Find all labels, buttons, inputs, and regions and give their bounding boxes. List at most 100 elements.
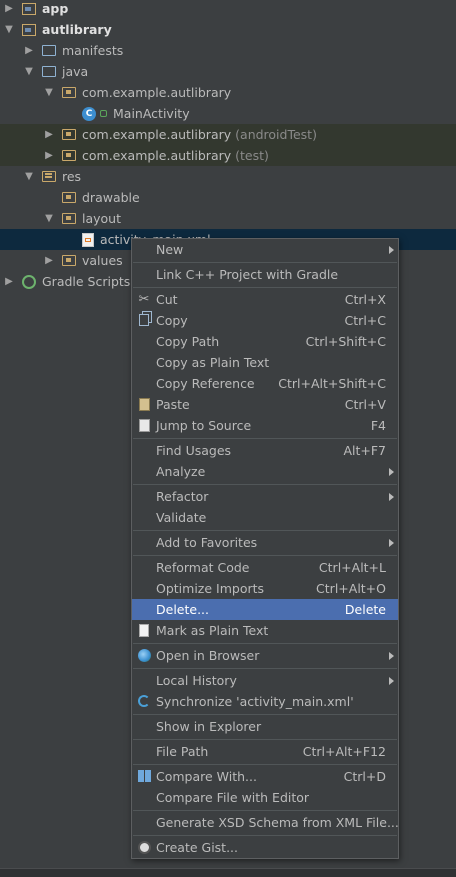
menu-item-label: Add to Favorites <box>156 535 258 550</box>
menu-item-generate-xsd-schema-from-xml-file[interactable]: Generate XSD Schema from XML File... <box>132 812 399 833</box>
menu-separator <box>133 642 397 644</box>
expand-down-icon[interactable]: ▼ <box>42 208 56 229</box>
tree-row-label: MainActivity <box>113 106 190 121</box>
paste-icon <box>136 396 152 412</box>
tree-row[interactable]: ▶CMainActivity <box>0 103 456 124</box>
menu-item-label: Delete... <box>156 602 209 617</box>
menu-item-label: Copy Reference <box>156 376 255 391</box>
class-icon: C <box>82 106 96 121</box>
tree-row-label: java <box>62 64 89 79</box>
tree-row-label: autlibrary <box>42 22 112 37</box>
menu-item-paste[interactable]: Paste Ctrl+V <box>132 394 398 415</box>
menu-separator <box>133 809 397 811</box>
menu-item-label: Refactor <box>156 489 209 504</box>
menu-item-shortcut: Ctrl+C <box>344 313 386 328</box>
plain-text-icon <box>136 622 152 638</box>
menu-item-label: Generate XSD Schema from XML File... <box>156 815 399 830</box>
menu-item-label: Open in Browser <box>156 648 260 663</box>
menu-item-link-c-project-with-gradle[interactable]: Link C++ Project with Gradle <box>132 264 398 285</box>
menu-item-add-to-favorites[interactable]: Add to Favorites <box>132 532 398 553</box>
expand-down-icon[interactable]: ▼ <box>2 19 16 40</box>
expand-right-icon[interactable]: ▶ <box>42 124 56 145</box>
menu-item-jump-to-source[interactable]: Jump to Source F4 <box>132 415 398 436</box>
menu-separator <box>133 667 397 669</box>
menu-item-label: Mark as Plain Text <box>156 623 269 638</box>
menu-item-open-in-browser[interactable]: Open in Browser <box>132 645 398 666</box>
menu-item-local-history[interactable]: Local History <box>132 670 398 691</box>
expand-right-icon[interactable]: ▶ <box>42 145 56 166</box>
tree-row[interactable]: ▼ res <box>0 166 456 187</box>
menu-item-validate[interactable]: Validate <box>132 507 398 528</box>
menu-separator <box>133 529 397 531</box>
expand-right-icon[interactable]: ▶ <box>2 0 16 19</box>
menu-item-label: Validate <box>156 510 207 525</box>
expand-right-icon[interactable]: ▶ <box>2 271 16 292</box>
folder-icon <box>42 45 56 56</box>
menu-item-refactor[interactable]: Refactor <box>132 486 398 507</box>
menu-item-reformat-code[interactable]: Reformat Code Ctrl+Alt+L <box>132 557 398 578</box>
expand-right-icon[interactable]: ▶ <box>42 250 56 271</box>
menu-item-synchronize-activity-main-xml[interactable]: Synchronize 'activity_main.xml' <box>132 691 398 712</box>
tree-row[interactable]: ▶ com.example.autlibrary (androidTest) <box>0 124 456 145</box>
submenu-arrow-icon <box>389 467 394 476</box>
menu-item-label: New <box>156 242 184 257</box>
tree-row[interactable]: ▼ layout <box>0 208 456 229</box>
expand-right-icon[interactable]: ▶ <box>22 40 36 61</box>
expand-down-icon[interactable]: ▼ <box>22 166 36 187</box>
menu-item-analyze[interactable]: Analyze <box>132 461 398 482</box>
menu-item-optimize-imports[interactable]: Optimize Imports Ctrl+Alt+O <box>132 578 398 599</box>
menu-item-mark-as-plain-text[interactable]: Mark as Plain Text <box>132 620 398 641</box>
tree-row[interactable]: ▶ manifests <box>0 40 456 61</box>
globe-icon <box>136 647 152 663</box>
context-menu: New Link C++ Project with Gradle ✂ Cut Ctrl+… <box>131 238 399 859</box>
copy-icon <box>136 312 152 328</box>
submenu-arrow-icon <box>389 538 394 547</box>
module-folder-icon <box>22 2 36 15</box>
jump-to-source-icon <box>136 417 152 433</box>
menu-item-shortcut: Ctrl+V <box>344 397 386 412</box>
sync-icon <box>136 693 152 709</box>
menu-item-label: Compare File with Editor <box>156 790 310 805</box>
menu-item-shortcut: Ctrl+Alt+L <box>318 560 386 575</box>
menu-item-label: File Path <box>156 744 209 759</box>
tree-row[interactable]: ▼ com.example.autlibrary <box>0 82 456 103</box>
tree-row[interactable]: ▼ java <box>0 61 456 82</box>
expand-down-icon[interactable]: ▼ <box>22 61 36 82</box>
menu-item-label: Show in Explorer <box>156 719 262 734</box>
submenu-arrow-icon <box>389 676 394 685</box>
expand-down-icon[interactable]: ▼ <box>42 82 56 103</box>
menu-item-cut[interactable]: ✂ Cut Ctrl+X <box>132 289 398 310</box>
menu-item-show-in-explorer[interactable]: Show in Explorer <box>132 716 398 737</box>
menu-separator <box>133 261 397 263</box>
compare-icon <box>136 768 152 784</box>
menu-item-delete[interactable]: Delete... Delete <box>132 599 398 620</box>
menu-item-file-path[interactable]: File Path Ctrl+Alt+F12 <box>132 741 398 762</box>
submenu-arrow-icon <box>389 492 394 501</box>
tree-row-label: com.example.autlibrary <box>82 85 232 100</box>
menu-item-copy[interactable]: Copy Ctrl+C <box>132 310 398 331</box>
menu-item-find-usages[interactable]: Find Usages Alt+F7 <box>132 440 398 461</box>
tree-row[interactable]: ▶drawable <box>0 187 456 208</box>
menu-item-shortcut: Ctrl+Alt+Shift+C <box>278 376 386 391</box>
tree-row-label: Gradle Scripts <box>42 274 131 289</box>
menu-item-copy-reference[interactable]: Copy Reference Ctrl+Alt+Shift+C <box>132 373 398 394</box>
module-folder-icon <box>22 23 36 36</box>
menu-item-compare-file-with-editor[interactable]: Compare File with Editor <box>132 787 398 808</box>
menu-separator <box>133 834 397 836</box>
tree-row[interactable]: ▶ app <box>0 0 456 19</box>
tree-row[interactable]: ▶ com.example.autlibrary (test) <box>0 145 456 166</box>
menu-item-copy-path[interactable]: Copy Path Ctrl+Shift+C <box>132 331 398 352</box>
menu-item-new[interactable]: New <box>132 239 398 260</box>
menu-item-label: Link C++ Project with Gradle <box>156 267 339 282</box>
menu-item-create-gist[interactable]: Create Gist... <box>132 837 398 858</box>
menu-item-shortcut: F4 <box>370 418 386 433</box>
submenu-arrow-icon <box>389 245 394 254</box>
menu-item-label: Analyze <box>156 464 206 479</box>
tree-row[interactable]: ▼ autlibrary <box>0 19 456 40</box>
menu-item-shortcut: Delete <box>344 602 386 617</box>
tree-row-suffix: (androidTest) <box>235 127 317 142</box>
menu-separator <box>133 437 397 439</box>
menu-item-compare-with[interactable]: Compare With... Ctrl+D <box>132 766 398 787</box>
menu-item-copy-as-plain-text[interactable]: Copy as Plain Text <box>132 352 398 373</box>
menu-item-label: Jump to Source <box>156 418 252 433</box>
